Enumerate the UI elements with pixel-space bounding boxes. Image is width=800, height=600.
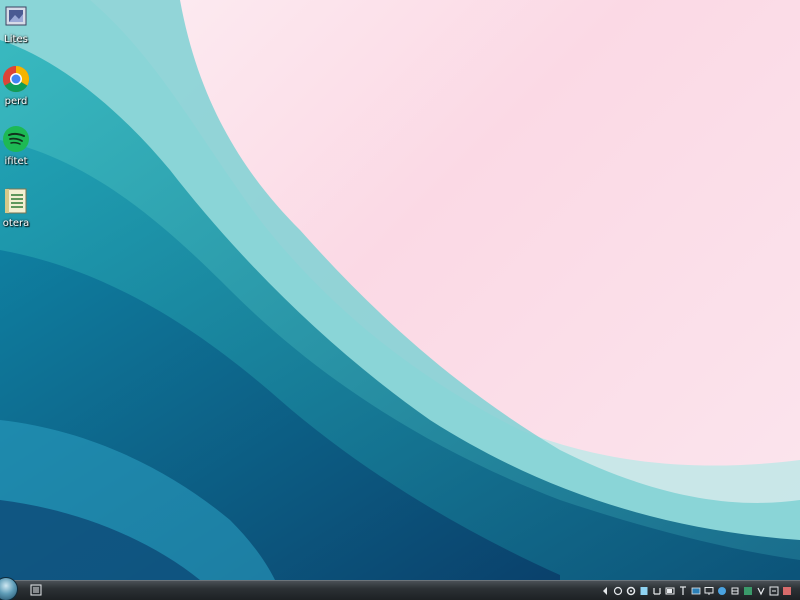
display-icon[interactable]	[704, 586, 714, 596]
notepad-icon	[5, 188, 27, 214]
desktop-icon-label: Lites	[4, 34, 28, 45]
folder-image-icon	[5, 6, 27, 26]
battery-icon[interactable]	[665, 586, 675, 596]
taskbar	[0, 577, 800, 600]
desktop-icon-label: perd	[4, 96, 28, 107]
chevron-left-icon[interactable]	[600, 586, 610, 596]
globe-icon[interactable]	[717, 586, 727, 596]
sound-icon[interactable]	[652, 586, 662, 596]
app-icon[interactable]	[678, 586, 688, 596]
desktop-icon-otera[interactable]: otera	[0, 186, 38, 229]
app-icon[interactable]	[769, 586, 779, 596]
app-icon[interactable]	[730, 586, 740, 596]
settings-icon[interactable]	[626, 586, 636, 596]
desktop[interactable]: Lites perd ifitet otera	[0, 0, 800, 600]
start-button[interactable]	[0, 577, 18, 600]
chrome-icon	[2, 65, 30, 93]
app-icon[interactable]	[691, 586, 701, 596]
wallpaper	[0, 0, 800, 600]
system-tray	[600, 584, 792, 598]
desktop-icon-label: otera	[2, 218, 30, 229]
app-icon[interactable]	[782, 586, 792, 596]
desktop-grid-icon[interactable]	[30, 584, 42, 596]
app-icon[interactable]	[756, 586, 766, 596]
desktop-icon-label: ifitet	[4, 156, 28, 167]
network-icon[interactable]	[613, 586, 623, 596]
app-icon[interactable]	[639, 586, 649, 596]
app-icon[interactable]	[743, 586, 753, 596]
desktop-icon-perd[interactable]: perd	[0, 64, 38, 107]
desktop-icon-lites[interactable]: Lites	[0, 2, 38, 45]
spotify-icon	[3, 126, 29, 152]
desktop-icon-ifitet[interactable]: ifitet	[0, 124, 38, 167]
